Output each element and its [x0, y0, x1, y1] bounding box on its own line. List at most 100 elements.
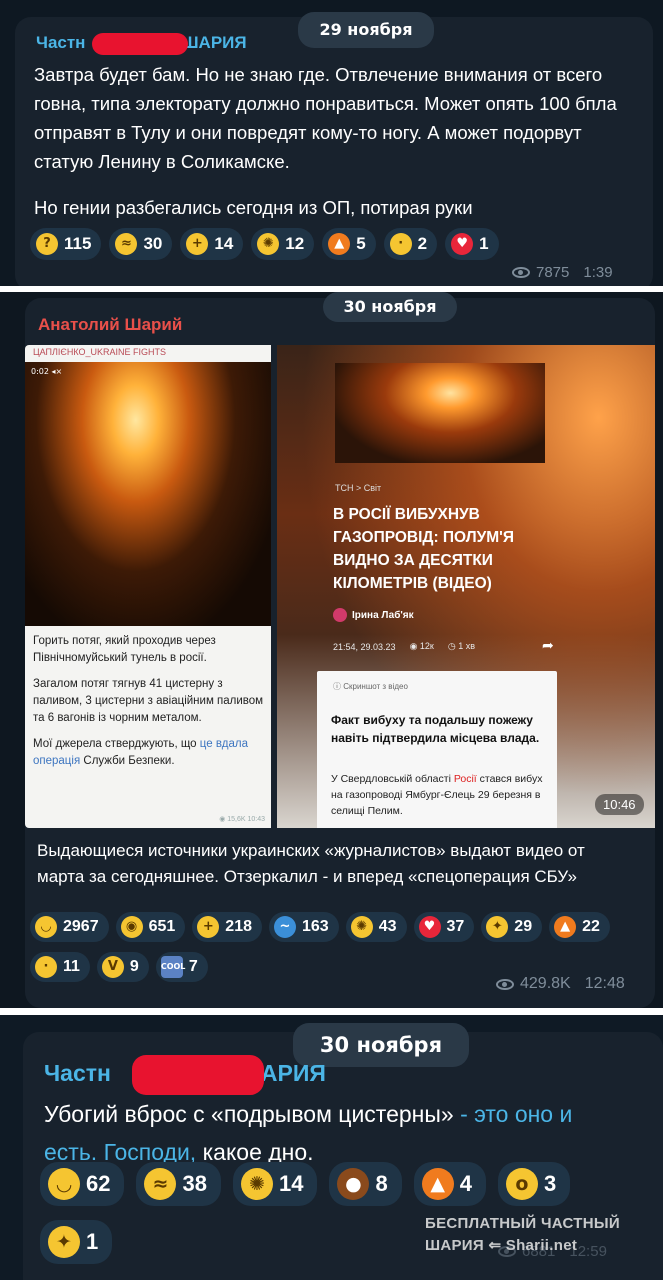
rolling-laughing-icon: ≈: [144, 1168, 177, 1200]
image-caption: Горить потяг, який проходив через Північ…: [33, 633, 265, 823]
reaction-exploding-head[interactable]: ✺ 43: [345, 912, 407, 942]
reaction-fire[interactable]: ▲ 4: [413, 1162, 486, 1206]
redaction-bar: [92, 33, 188, 55]
article-author: Ірина Лаб'як: [333, 608, 414, 622]
reaction-thumbs-up[interactable]: +14: [180, 228, 244, 260]
message-text: Убогий вброс с «подрывом цистерны» - это…: [44, 1101, 573, 1165]
grinning-face-icon: ◡: [35, 916, 57, 938]
video-time: 0:02 ◂×: [31, 367, 63, 376]
fire-icon: ▲: [328, 233, 351, 255]
message-time: 12:48: [584, 975, 625, 992]
reactions-row: ? 115 ≈30 +14 ✺ 12 ▲ 5 · 2 ♥ 1: [30, 228, 630, 260]
caption-stamp: ◉ 15,6K 10:43: [219, 816, 265, 823]
reaction-count: 163: [302, 918, 329, 935]
reaction-count: 62: [86, 1171, 111, 1196]
reaction-count: 43: [378, 918, 397, 935]
reactions-row: ◡ 2967 ◉ 651 +218 ~163 ✺ 43 ♥ 37 ✦ 29 ▲ 22 · 11 V 9 COOL 7: [30, 912, 630, 982]
article-breadcrumb: ТСН > Світ: [335, 483, 382, 493]
video-duration: 10:46: [595, 794, 644, 815]
reaction-see-no-evil-monkey[interactable]: ◉ 651: [115, 912, 186, 942]
fire-icon: ▲: [554, 916, 577, 938]
reaction-crying-face[interactable]: · 11: [30, 952, 90, 982]
reaction-thumbs-up[interactable]: +218: [192, 912, 262, 942]
share-icon: ➦: [542, 638, 554, 654]
thinking-face-icon: ?: [36, 233, 58, 255]
reaction-count: 38: [182, 1171, 207, 1196]
cool-button-icon: COOL: [160, 956, 185, 978]
reaction-count: 218: [225, 918, 252, 935]
reaction-count: 29: [514, 918, 533, 935]
sender-name[interactable]: Анатолий Шарий: [38, 315, 182, 335]
article-fact: Факт вибуху та подальшу пожежу навіть пі…: [331, 713, 540, 745]
divider: [0, 1008, 663, 1015]
victory-hand-icon: V: [101, 956, 124, 978]
reaction-red-heart[interactable]: ♥ 1: [445, 228, 499, 260]
pile-of-poo-icon: ●: [337, 1168, 370, 1200]
reaction-exploding-head[interactable]: ✺ 14: [232, 1162, 318, 1206]
reaction-grinning-face[interactable]: ◡ 62: [40, 1162, 125, 1206]
message-meta: 429.8K 12:48: [496, 975, 625, 993]
exploding-head-icon: ✺: [350, 916, 373, 938]
article-headline: В РОСІЇ ВИБУХНУВ ГАЗОПРОВІД: ПОЛУМ'Я ВИД…: [333, 506, 514, 592]
image-source-label: ЦАПЛІЄНКО_UKRAINE FIGHTS: [33, 347, 167, 357]
left-screenshot-image[interactable]: ЦАПЛІЄНКО_UKRAINE FIGHTS 0:02 ◂× Горить …: [25, 345, 271, 828]
reaction-fire[interactable]: ▲ 5: [322, 228, 376, 260]
exploding-head-icon: ✺: [257, 233, 280, 255]
reaction-crying-face[interactable]: · 2: [383, 228, 438, 260]
reaction-count: 2967: [63, 918, 99, 935]
reaction-count: 1: [86, 1229, 99, 1254]
views-icon: [496, 978, 514, 990]
reaction-count: 9: [129, 958, 139, 975]
reaction-whale[interactable]: ~163: [269, 912, 339, 942]
reaction-rolling-laughing[interactable]: ≈30: [109, 228, 173, 260]
reaction-cool-button[interactable]: COOL 7: [155, 952, 208, 982]
reaction-count: 5: [356, 234, 366, 253]
reaction-count: 14: [214, 234, 234, 253]
grinning-face-icon: ◡: [48, 1168, 80, 1200]
reaction-count: 12: [285, 234, 305, 253]
reaction-grinning-face[interactable]: ◡ 2967: [30, 912, 109, 942]
reaction-count: 30: [143, 234, 163, 253]
thumbs-up-icon: +: [186, 233, 209, 255]
reaction-thinking-face[interactable]: ? 115: [30, 228, 102, 260]
exploding-head-icon: ✺: [240, 1168, 273, 1200]
article-thumbnail: [335, 363, 545, 463]
reaction-count: 2: [417, 234, 428, 253]
reaction-count: 651: [148, 918, 176, 935]
article-body: ⓘ Скриншот з відео Факт вибуху та подаль…: [317, 671, 557, 828]
author-avatar: [333, 608, 347, 622]
reaction-clapping-hands[interactable]: ✦ 29: [481, 912, 543, 942]
reaction-yawning-face[interactable]: o3: [497, 1162, 571, 1206]
fire-video-frame[interactable]: 0:02 ◂×: [25, 362, 271, 626]
article-card: ТСН > Світ В РОСІЇ ВИБУХНУВ ГАЗОПРОВІД: …: [317, 353, 557, 828]
reaction-victory-hand[interactable]: V9: [96, 952, 149, 982]
reaction-fire[interactable]: ▲ 22: [549, 912, 610, 942]
view-count: 429.8K: [520, 975, 571, 992]
message-time: 1:39: [583, 264, 613, 281]
rolling-laughing-icon: ≈: [115, 233, 138, 255]
message-text: Выдающиеся источники украинских «журнали…: [37, 841, 585, 886]
red-heart-icon: ♥: [418, 916, 441, 938]
thumbs-up-icon: +: [197, 916, 220, 938]
reaction-pile-of-poo[interactable]: ● 8: [329, 1162, 402, 1206]
right-article-image[interactable]: ТСН > Світ В РОСІЇ ВИБУХНУВ ГАЗОПРОВІД: …: [277, 345, 655, 828]
reaction-count: 11: [63, 958, 80, 975]
reaction-count: 14: [278, 1171, 304, 1196]
reaction-red-heart[interactable]: ♥ 37: [413, 912, 475, 942]
reaction-count: 37: [446, 918, 465, 935]
date-badge: 30 ноября: [323, 292, 457, 322]
clapping-hands-icon: ✦: [48, 1226, 80, 1258]
reaction-rolling-laughing[interactable]: ≈38: [136, 1162, 221, 1206]
post-panel-1: Частн ШАРИЯ 29 ноября Завтра будет бам. Н…: [0, 0, 663, 286]
crying-face-icon: ·: [389, 233, 412, 255]
message-text: Завтра будет бам. Но не знаю где. Отвлеч…: [34, 64, 617, 218]
reaction-count: 8: [375, 1171, 388, 1196]
date-badge: 29 ноября: [298, 12, 434, 48]
reaction-exploding-head[interactable]: ✺ 12: [251, 228, 315, 260]
see-no-evil-monkey-icon: ◉: [120, 916, 143, 938]
reaction-count: 1: [479, 234, 489, 253]
view-count: 7875: [536, 264, 570, 281]
clapping-hands-icon: ✦: [486, 916, 509, 938]
fire-icon: ▲: [421, 1168, 454, 1200]
reaction-clapping-hands[interactable]: ✦ 1: [40, 1220, 113, 1264]
